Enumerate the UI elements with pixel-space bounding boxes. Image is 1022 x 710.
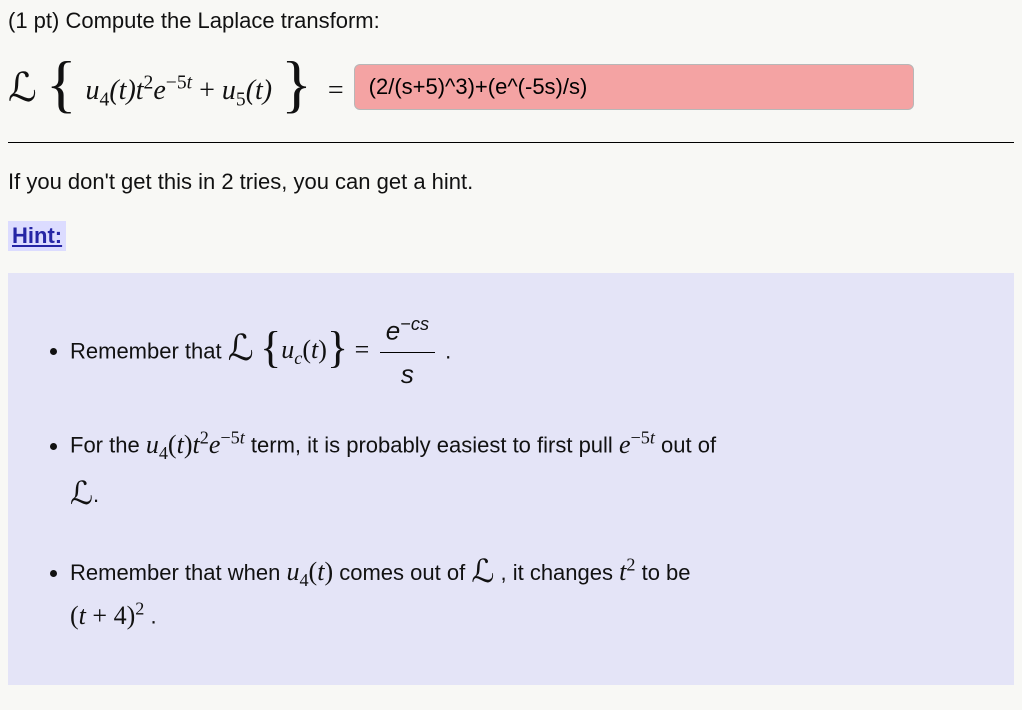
answer-input[interactable]: (2/(s+5)^3)+(e^(-5s)/s) [354, 64, 914, 110]
problem-prompt: (1 pt) Compute the Laplace transform: [8, 8, 1014, 34]
points-label: (1 pt) [8, 8, 65, 33]
prompt-text: Compute the Laplace transform: [65, 8, 379, 33]
laplace-expression: ℒ { u4(t)t2e−5t + u5(t) } = [8, 62, 344, 112]
hint-toggle[interactable]: Hint: [8, 221, 66, 251]
equation-row: ℒ { u4(t)t2e−5t + u5(t) } = (2/(s+5)^3)+… [8, 62, 1014, 112]
tries-hint-text: If you don't get this in 2 tries, you ca… [8, 169, 1014, 195]
hint-panel: Remember that ℒ {uc(t)} = e−cs s . For t… [8, 273, 1014, 685]
fraction: e−cs s [380, 311, 435, 395]
section-divider [8, 142, 1014, 143]
hint-item-2: For the u4(t)t2e−5t term, it is probably… [70, 424, 988, 515]
hint-item-3: Remember that when u4(t) comes out of ℒ … [70, 545, 988, 634]
answer-value: (2/(s+5)^3)+(e^(-5s)/s) [369, 74, 588, 100]
hint-item-1: Remember that ℒ {uc(t)} = e−cs s . [70, 311, 988, 395]
